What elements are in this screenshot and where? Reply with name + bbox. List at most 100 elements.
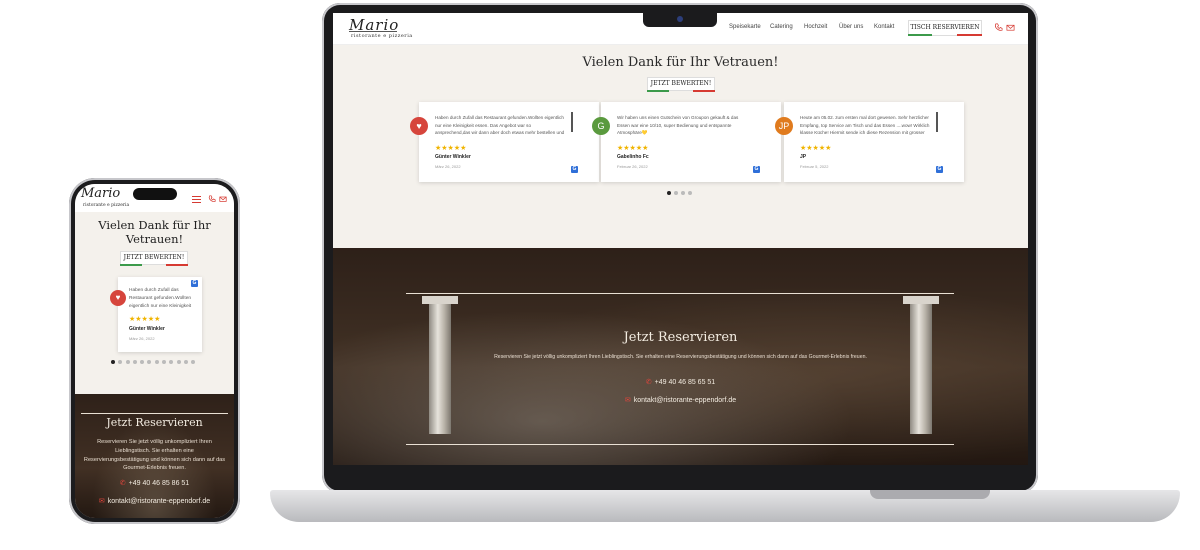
review-text: Haben durch Zufall das Restaurant gefund… [435,115,565,138]
mockup-stage: Mario ristorante e pizzeria Speisekarte … [0,0,1200,550]
review-scrollbar[interactable] [571,112,573,132]
laptop-base [270,490,1180,522]
phone-icon[interactable] [994,23,1003,32]
flag-stripe-red [693,90,715,92]
reviews-title-line-1: Vielen Dank für Ihr [98,218,211,232]
carousel-dot[interactable] [169,360,174,364]
carousel-dot[interactable] [688,191,692,195]
carousel-dot-active[interactable] [111,360,115,364]
phone-icon: ✆ [119,480,126,487]
nav-item-hochzeit[interactable]: Hochzeit [804,24,827,30]
carousel-dot-active[interactable] [667,191,671,195]
logo-underline [349,31,397,32]
reservation-description: Reservieren Sie jetzt völlig unkomplizie… [83,439,226,472]
reservation-email-row[interactable]: ✉ kontakt@ristorante-eppendorf.de [75,497,234,505]
review-text: Wir haben uns einen Gutschein von Groupo… [617,115,739,135]
carousel-dot[interactable] [183,360,188,364]
review-scrollbar[interactable] [936,112,938,132]
review-card[interactable]: G Wir haben uns einen Gutschein von Grou… [592,102,781,182]
flag-stripe-green [120,264,142,266]
review-date: März 26, 2022 [129,336,155,341]
brand-tagline: ristorante e pizzeria [83,203,130,208]
reservation-phone-row[interactable]: ✆ +49 40 46 85 86 51 [75,479,234,487]
reviews-title: Vielen Dank für Ihr Vetrauen! [75,218,234,246]
google-icon: G [936,166,943,173]
mail-icon: ✉ [98,498,105,505]
column-capital-left [422,296,458,304]
google-icon: G [191,280,198,287]
carousel-dot[interactable] [176,360,181,364]
review-text: Haben durch Zufall das Restaurant gefund… [129,288,192,309]
phone-icon: ✆ [645,379,652,386]
carousel-dots [111,360,196,364]
star-rating: ★★★★★ [435,145,467,152]
reservation-email-row[interactable]: ✉ kontakt@ristorante-eppendorf.de [333,396,1028,404]
laptop-camera [643,13,717,27]
reviews-title: Vielen Dank für Ihr Vetrauen! [582,55,779,70]
reviewer-name: Günter Winkler [129,326,165,332]
carousel-dot[interactable] [681,191,685,195]
carousel-dot[interactable] [118,360,123,364]
star-rating: ★★★★★ [617,145,649,152]
reviews-title-line-2: Vetrauen! [125,232,184,246]
reservation-email[interactable]: kontakt@ristorante-eppendorf.de [108,498,210,505]
nav-item-speisekarte[interactable]: Speisekarte [729,24,761,30]
carousel-dot[interactable] [154,360,159,364]
mobile-website: Mario ristorante e pizzeria Vielen Dank … [75,184,234,518]
carousel-dots [667,191,692,195]
carousel-dot[interactable] [140,360,145,364]
reservation-phone[interactable]: +49 40 46 85 86 51 [129,480,190,487]
flag-stripe-green [647,90,669,92]
mail-icon[interactable] [1006,23,1015,32]
reservation-email[interactable]: kontakt@ristorante-eppendorf.de [634,397,736,404]
reservation-phone[interactable]: +49 40 46 85 65 51 [655,379,716,386]
review-date: März 26, 2022 [435,164,461,169]
marble-column-left [429,304,451,434]
carousel-dot[interactable] [125,360,130,364]
star-rating: ★★★★★ [800,145,832,152]
mail-icon[interactable] [219,195,227,203]
reviewer-name: Günter Winkler [435,154,471,160]
nav-item-ueber-uns[interactable]: Über uns [839,24,863,30]
desktop-website: Mario ristorante e pizzeria Speisekarte … [333,13,1028,465]
reservation-title: Jetzt Reservieren [106,416,203,429]
column-capital-right [903,296,939,304]
review-card[interactable]: ♥ G Haben durch Zufall das Restaurant ge… [110,277,202,352]
carousel-dot[interactable] [674,191,678,195]
review-date: Februar 5, 2022 [800,164,829,169]
reviewer-name: JP [800,154,807,160]
divider-top [406,293,954,294]
marble-column-right [910,304,932,434]
camera-dot [677,16,683,22]
reviewer-name: Gabelinho Fc [617,154,649,160]
rate-now-button[interactable]: JETZT BEWERTEN! [120,251,188,265]
review-card[interactable]: ♥ Haben durch Zufall das Restaurant gefu… [410,102,599,182]
carousel-dot[interactable] [162,360,167,364]
divider-bottom [406,444,954,445]
rate-now-button[interactable]: JETZT BEWERTEN! [647,77,715,91]
google-icon: G [753,166,760,173]
nav-item-catering[interactable]: Catering [770,24,793,30]
divider-top [81,413,228,414]
reviewer-avatar: ♥ [110,290,126,306]
review-date: Februar 26, 2022 [617,164,648,169]
reviewer-avatar: JP [775,117,793,135]
reservation-phone-row[interactable]: ✆ +49 40 46 85 65 51 [333,378,1028,386]
brand-logo[interactable]: Mario [81,186,120,201]
reservation-description: Reservieren Sie jetzt völlig unkomplizie… [494,354,867,360]
carousel-dot[interactable] [132,360,137,364]
reservation-section: Jetzt Reservieren Reservieren Sie jetzt … [333,248,1028,465]
review-text: Heute am 05.02. zum ersten mal dort gewe… [800,115,930,135]
hamburger-menu-icon[interactable] [192,196,201,203]
review-card[interactable]: JP Heute am 05.02. zum ersten mal dort g… [775,102,964,182]
carousel-dot[interactable] [147,360,152,364]
flag-stripe-red [957,34,982,36]
flag-stripe-red [166,264,188,266]
nav-item-kontakt[interactable]: Kontakt [874,24,894,30]
star-rating: ★★★★★ [129,316,161,323]
reviewer-avatar: G [592,117,610,135]
phone-icon[interactable] [208,195,216,203]
carousel-dot[interactable] [191,360,196,364]
brand-tagline: ristorante e pizzeria [351,33,413,39]
dynamic-island [133,188,177,200]
